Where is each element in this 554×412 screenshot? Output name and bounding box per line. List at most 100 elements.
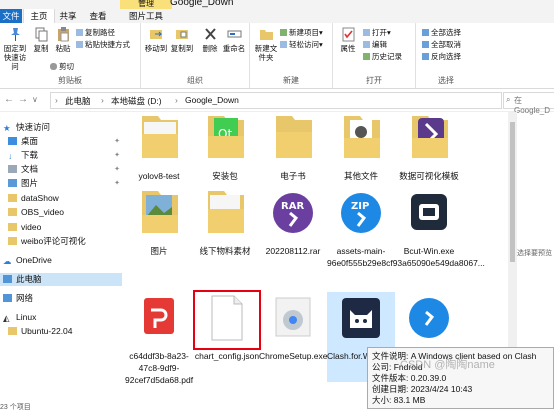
group-label-clipboard: 剪贴板 bbox=[58, 76, 82, 85]
scrollbar-thumb[interactable] bbox=[510, 122, 515, 262]
window-title: Google_Down bbox=[170, 0, 234, 8]
address-bar[interactable]: › 此电脑 › 本地磁盘 (D:) › Google_Down bbox=[50, 92, 502, 109]
tab-view[interactable]: 查看 bbox=[86, 9, 110, 23]
back-arrow-icon[interactable]: ← bbox=[4, 94, 14, 105]
file-item[interactable]: 线下物料素材 bbox=[191, 187, 259, 257]
breadcrumb-drive-d[interactable]: 本地磁盘 (D:) bbox=[111, 95, 162, 107]
select-all-button[interactable]: 全部选择 bbox=[422, 28, 461, 38]
folder-icon bbox=[8, 223, 17, 231]
easy-access-button[interactable]: 轻松访问▾ bbox=[280, 40, 323, 50]
bcut-app-icon bbox=[411, 194, 447, 230]
chrome-setup-icon bbox=[275, 297, 311, 337]
navigation-pane: ★ 快速访问 桌面 ✦ ↓ 下载 ✦ 文档 ✦ 图片 ✦ dataShow OBS_vide… bbox=[0, 112, 122, 409]
status-item-count: 23 个项目 bbox=[0, 404, 31, 411]
file-item[interactable]: 数据可视化模板 bbox=[395, 112, 463, 182]
pin-quick-access-button[interactable]: 固定到快速访问 bbox=[2, 26, 28, 71]
copy-path-icon bbox=[76, 29, 83, 36]
file-item[interactable]: 其他文件 bbox=[327, 112, 395, 182]
edit-button[interactable]: 编辑 bbox=[363, 40, 387, 50]
group-label-organize: 组织 bbox=[187, 76, 203, 85]
group-select: 全部选择 全部取消 反向选择 选择 bbox=[416, 23, 476, 88]
tab-file[interactable]: 文件 bbox=[0, 9, 22, 23]
file-item[interactable]: Qt 安装包 bbox=[191, 112, 259, 182]
open-icon bbox=[363, 29, 370, 36]
tab-share[interactable]: 共享 bbox=[56, 9, 80, 23]
sidebar-item-network[interactable]: 网络 bbox=[3, 292, 33, 305]
watermark: CSDN @陶陶name bbox=[400, 359, 495, 371]
breadcrumb-sep-icon: › bbox=[55, 95, 58, 105]
invert-selection-button[interactable]: 反向选择 bbox=[422, 52, 461, 62]
folder-icon bbox=[8, 208, 17, 216]
properties-button[interactable]: 属性 bbox=[335, 26, 361, 53]
sidebar-item-ubuntu[interactable]: Ubuntu-22.04 bbox=[8, 325, 73, 338]
tab-home[interactable]: 主页 bbox=[23, 9, 55, 23]
move-to-icon bbox=[149, 30, 162, 39]
file-item[interactable]: ChromeSetup.exe bbox=[259, 292, 328, 362]
document-icon bbox=[8, 165, 17, 173]
sidebar-item-datashow[interactable]: dataShow bbox=[8, 192, 59, 205]
breadcrumb-this-pc[interactable]: 此电脑 bbox=[65, 95, 91, 107]
open-button[interactable]: 打开▾ bbox=[363, 28, 391, 38]
pin-icon: ✦ bbox=[114, 166, 120, 173]
file-item[interactable] bbox=[395, 292, 463, 350]
copy-icon bbox=[35, 27, 47, 42]
zip-archive-icon: ZIP bbox=[341, 193, 381, 233]
file-item[interactable]: yolov8-test bbox=[125, 112, 193, 182]
group-clipboard: 固定到快速访问 复制 粘贴 复制路径 粘贴快捷方式 剪切 剪贴板 bbox=[0, 23, 141, 88]
group-new: 新建文件夹 新建项目▾ 轻松访问▾ 新建 bbox=[250, 23, 333, 88]
new-folder-button[interactable]: 新建文件夹 bbox=[253, 26, 279, 62]
select-none-button[interactable]: 全部取消 bbox=[422, 40, 461, 50]
breadcrumb-sep-icon: › bbox=[101, 95, 104, 105]
file-item[interactable]: RAR 202208112.rar bbox=[259, 187, 327, 257]
sidebar-item-weibo[interactable]: weibo评论可视化 bbox=[8, 235, 86, 248]
history-button[interactable]: 历史记录 bbox=[363, 52, 402, 62]
new-item-button[interactable]: 新建项目▾ bbox=[280, 28, 323, 38]
sidebar-item-quick-access[interactable]: ★ 快速访问 bbox=[3, 121, 120, 134]
sidebar-item-obs-video[interactable]: OBS_video bbox=[8, 206, 64, 219]
copy-path-button[interactable]: 复制路径 bbox=[76, 28, 115, 38]
cut-button[interactable]: 剪切 bbox=[50, 62, 74, 72]
recent-chevron-icon[interactable]: ∨ bbox=[32, 95, 38, 104]
paste-icon bbox=[57, 27, 69, 42]
copy-to-button[interactable]: 复制到 bbox=[169, 26, 195, 53]
move-to-button[interactable]: 移动到 bbox=[143, 26, 169, 53]
context-tab-manage[interactable]: 管理 bbox=[120, 0, 172, 9]
edit-icon bbox=[363, 41, 370, 48]
title-bar: 管理 Google_Down bbox=[0, 0, 554, 9]
file-item[interactable]: Bcut-Win.exe bbox=[395, 187, 463, 257]
forward-arrow-icon[interactable]: → bbox=[18, 94, 28, 105]
search-box[interactable]: ⌕ 在 Google_D bbox=[503, 92, 554, 115]
paste-shortcut-button[interactable]: 粘贴快捷方式 bbox=[76, 40, 130, 50]
tab-picture-tools[interactable]: 图片工具 bbox=[120, 9, 172, 23]
paste-shortcut-icon bbox=[76, 41, 83, 48]
ribbon: 固定到快速访问 复制 粘贴 复制路径 粘贴快捷方式 剪切 剪贴板 移动到 复制到… bbox=[0, 23, 554, 89]
paste-button[interactable]: 粘贴 bbox=[50, 26, 76, 53]
select-none-icon bbox=[422, 41, 429, 48]
delete-button[interactable]: 删除 bbox=[197, 26, 223, 53]
sidebar-item-linux[interactable]: ◭ Linux bbox=[3, 311, 36, 324]
pdf-file-icon bbox=[144, 298, 174, 334]
preview-hint: 选择要预览 bbox=[517, 250, 552, 257]
pin-icon: ✦ bbox=[114, 138, 120, 145]
sidebar-item-pictures[interactable]: 图片 ✦ bbox=[8, 177, 120, 190]
folder-icon bbox=[8, 194, 17, 202]
group-open: 属性 打开▾ 编辑 历史记录 打开 bbox=[333, 23, 416, 88]
sidebar-item-desktop[interactable]: 桌面 ✦ bbox=[8, 135, 120, 148]
rename-icon bbox=[227, 30, 241, 38]
pictures-icon bbox=[8, 179, 17, 187]
copy-to-icon bbox=[175, 30, 188, 39]
sidebar-item-video[interactable]: video bbox=[8, 221, 41, 234]
sidebar-item-downloads[interactable]: ↓ 下载 ✦ bbox=[8, 149, 120, 162]
file-item[interactable]: ZIP assets-main-96e0f555b29e8cf93a65090e… bbox=[327, 187, 485, 269]
folder-icon bbox=[208, 191, 244, 233]
sidebar-item-onedrive[interactable]: ☁ OneDrive bbox=[3, 254, 52, 267]
file-item[interactable]: 电子书 bbox=[259, 112, 327, 182]
sidebar-item-documents[interactable]: 文档 ✦ bbox=[8, 163, 120, 176]
breadcrumb-sep-icon: › bbox=[175, 95, 178, 105]
rename-button[interactable]: 重命名 bbox=[221, 26, 247, 53]
file-item[interactable]: 图片 bbox=[125, 187, 193, 257]
breadcrumb-google-down[interactable]: Google_Down bbox=[185, 95, 239, 105]
rar-archive-icon: RAR bbox=[273, 193, 313, 233]
file-item[interactable]: c64ddf3b-8a23-47c8-9df9-92cef7d5da68.pdf bbox=[125, 292, 193, 386]
sidebar-item-this-pc[interactable]: 此电脑 bbox=[0, 273, 122, 286]
